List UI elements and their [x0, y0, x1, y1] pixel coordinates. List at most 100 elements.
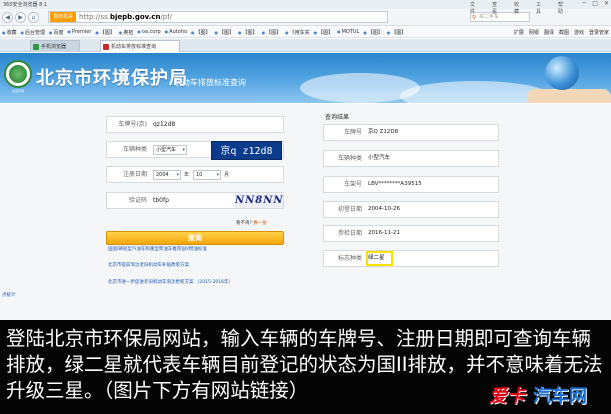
- main-content: 车牌号(京) qz12d8 车辆种类 小型汽车 京q z12d8 注册日期 20…: [0, 104, 611, 320]
- reg-month-select[interactable]: 10: [193, 170, 221, 180]
- home-icon[interactable]: ⌂: [28, 11, 39, 23]
- address-bar[interactable]: 党政机关 http://ss.bjepb.gov.cn/pf/: [48, 11, 388, 23]
- browser-search-input[interactable]: ⚲ 买二手车: [470, 12, 530, 22]
- bookmark-item[interactable]: 收藏: [2, 29, 17, 36]
- policy-link[interactable]: 北京市进一步促进老旧机动车淘汰更新方案 （2015-2016年）: [108, 279, 233, 285]
- result-label: 车牌号: [343, 129, 362, 136]
- result-row: 车架号 LBV********A39515: [323, 176, 499, 193]
- bookmark-item[interactable]: 【图】: [215, 29, 234, 36]
- stat-link[interactable]: 点统计: [2, 292, 16, 298]
- emblem-text: 北京环保: [11, 89, 24, 93]
- globe-icon: [545, 56, 579, 90]
- bookmark-item[interactable]: 百度: [49, 29, 64, 36]
- result-value: 小型汽车: [368, 155, 391, 161]
- site-subtitle: 机动车排放标准查询: [174, 78, 246, 87]
- bookmark-item[interactable]: oa.corp: [137, 29, 161, 35]
- plate-preview: 京q z12d8: [211, 141, 282, 160]
- bookmark-item[interactable]: 奥拓: [119, 29, 133, 36]
- toolbar-tool[interactable]: 扩展: [514, 29, 524, 36]
- close-icon[interactable]: ✕: [604, 0, 609, 7]
- plate-label: 车牌号(京): [118, 121, 147, 128]
- query-button[interactable]: 查询: [106, 231, 284, 245]
- toolbar-tool[interactable]: 网银: [529, 29, 539, 36]
- site-header: 北京环保 北京市环境保护局 机动车排放标准查询: [0, 53, 611, 103]
- result-row: 初登日期 2004-10-26: [323, 201, 499, 218]
- result-row: 标志种类 绿二星: [323, 250, 499, 267]
- bookmark-item[interactable]: 【图】: [363, 29, 383, 36]
- policy-link[interactable]: 北京市提前淘汰老旧机动车补贴政策方案: [108, 262, 189, 268]
- menu-favorites[interactable]: 收藏: [514, 1, 519, 15]
- captcha-refresh: 看不清? 换一张: [236, 221, 267, 226]
- tab-mobile-browser[interactable]: 手机浏览器: [30, 40, 80, 52]
- app-title: 360安全浏览器 8.1: [3, 2, 48, 8]
- reg-year-unit: 年: [184, 172, 190, 178]
- bookmark-item[interactable]: MOTUL: [337, 29, 360, 35]
- result-label: 标志种类: [337, 255, 362, 262]
- back-icon[interactable]: ◀: [2, 11, 13, 23]
- reg-year-select[interactable]: 2004: [153, 170, 181, 180]
- bookmark-item[interactable]: 《用车实: [285, 29, 310, 36]
- query-form: 车牌号(京) qz12d8 车辆种类 小型汽车 京q z12d8 注册日期 20…: [106, 116, 284, 245]
- window-controls: ─ □ ✕: [583, 0, 609, 7]
- result-title: 查询结果: [325, 114, 350, 121]
- policy-link[interactable]: 国国I辆轻型汽油车和重型柴油车推荐国V燃油标准: [108, 246, 207, 252]
- toolbar-tool[interactable]: 登录管家: [589, 29, 609, 36]
- menu-tools[interactable]: 工具: [536, 1, 541, 15]
- result-value: 2016-11-21: [368, 230, 400, 236]
- toolbar-tool[interactable]: 翻译: [544, 29, 554, 36]
- refresh-captcha-link[interactable]: 换一张: [253, 221, 267, 226]
- result-value: 京Q Z12D8: [368, 129, 399, 135]
- bookmark-item[interactable]: 【图】: [314, 29, 333, 36]
- result-label: 参检日期: [337, 230, 362, 237]
- forward-icon[interactable]: ▶: [15, 11, 26, 23]
- watermark-red: 爱卡: [489, 386, 525, 407]
- bookmark-item[interactable]: 【图】: [387, 29, 406, 36]
- toolbar-tool[interactable]: 游戏: [574, 29, 584, 36]
- secure-badge: 党政机关: [50, 12, 77, 22]
- reg-date-row: 注册日期 2004 年 10 月: [106, 166, 284, 183]
- tab-emission-query[interactable]: 机动车排放标准查询: [100, 40, 180, 52]
- bookmark-bar-tools: 扩展 网银 翻译 截图 游戏 登录管家: [514, 27, 609, 38]
- maximize-icon[interactable]: □: [592, 0, 598, 7]
- browser-titlebar: 360安全浏览器 8.1 ─ □ ✕: [0, 0, 611, 9]
- result-value: 2004-10-26: [368, 206, 400, 212]
- browser-navbar: ◀ ▶ ⌂ 党政机关 http://ss.bjepb.gov.cn/pf/ ⚲ …: [0, 9, 611, 26]
- result-panel: 查询结果 车牌号 京Q Z12D8 车辆种类 小型汽车 车架号 LBV*****…: [323, 112, 501, 267]
- watermark-logo: 爱卡 汽车网: [489, 380, 607, 410]
- minimize-icon[interactable]: ─: [583, 0, 587, 7]
- bookmark-item[interactable]: 【图】: [238, 29, 258, 36]
- menu-view[interactable]: 查看: [492, 1, 497, 15]
- reg-month-unit: 月: [224, 172, 230, 178]
- watermark-blue: 汽车网: [533, 386, 587, 407]
- highlight-box: [366, 251, 393, 266]
- bookmark-item[interactable]: Premier: [68, 29, 91, 35]
- bookmark-item[interactable]: 【图】: [262, 29, 281, 36]
- menu-help[interactable]: 帮助: [558, 1, 563, 15]
- result-row: 参检日期 2016-11-21: [323, 225, 499, 242]
- plate-input[interactable]: qz12d8: [153, 117, 175, 132]
- bookmark-item[interactable]: 【图】: [95, 29, 115, 36]
- tab-bar: 手机浏览器 机动车排放标准查询: [0, 39, 611, 52]
- browser-tab-icon: [33, 44, 39, 50]
- vehicle-type-select[interactable]: 小型汽车: [153, 145, 187, 155]
- result-label: 初登日期: [337, 206, 362, 213]
- bookmark-item[interactable]: Autoho: [165, 29, 187, 35]
- result-label: 车架号: [343, 181, 362, 188]
- caption-bar: 登陆北京市环保局网站，输入车辆的车牌号、注册日期即可查询车辆排放，绿二星就代表车…: [0, 320, 611, 414]
- vehicle-type-label: 车辆种类: [122, 146, 147, 153]
- result-label: 车辆种类: [337, 155, 362, 162]
- bookmark-item[interactable]: 后台管理: [21, 29, 45, 36]
- captcha-input[interactable]: tb0fp: [153, 193, 169, 208]
- captcha-image[interactable]: NN8NN: [235, 194, 283, 208]
- plate-row: 车牌号(京) qz12d8: [106, 116, 284, 133]
- captcha-label: 验证码: [128, 197, 147, 204]
- vehicle-type-row: 车辆种类 小型汽车 京q z12d8: [106, 141, 284, 160]
- toolbar-tool[interactable]: 截图: [559, 29, 569, 36]
- hand-illustration: [527, 89, 611, 103]
- bookmark-item[interactable]: 【图】: [191, 29, 211, 36]
- result-row: 车辆种类 小型汽车: [323, 150, 499, 167]
- result-row: 车牌号 京Q Z12D8: [323, 124, 499, 141]
- menu-file[interactable]: 文件: [470, 1, 475, 15]
- address-url[interactable]: http://ss.bjepb.gov.cn/pf/: [79, 13, 172, 21]
- result-value: LBV********A39515: [368, 181, 422, 187]
